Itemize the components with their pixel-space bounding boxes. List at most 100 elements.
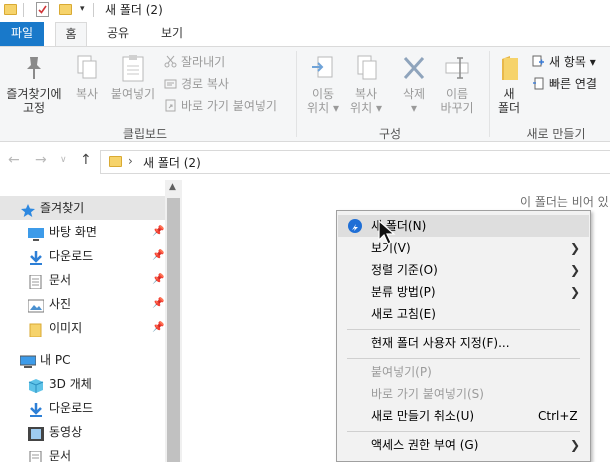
document-icon	[28, 273, 44, 290]
nav-label: 3D 개체	[49, 377, 92, 391]
menu-item-paste[interactable]: 붙여넣기(P)	[338, 361, 589, 383]
menu-item-give-access[interactable]: 액세스 권한 부여 (G) ❯	[338, 434, 589, 456]
rename-button[interactable]: 이름 바꾸기	[437, 53, 477, 115]
menu-item-new-folder[interactable]: 새 폴더(N)	[338, 215, 589, 237]
paste-shortcut-button[interactable]: 바로 가기 붙여넣기	[164, 97, 277, 115]
nav-label: 사진	[49, 297, 72, 311]
organize-group-label: 구성	[378, 127, 402, 141]
navigation-pane: 즐겨찾기 바탕 화면 📌 다운로드 📌 문서 📌 사진 📌 이미지 📌 내 PC…	[0, 180, 182, 462]
forward-arrow-icon[interactable]: →	[35, 152, 47, 168]
delete-dropdown-icon: ▾	[410, 101, 418, 115]
tab-share[interactable]: 공유	[97, 22, 139, 46]
nav-item-desktop[interactable]: 바탕 화면 📌	[0, 220, 165, 244]
move-to-label-line1: 이동	[311, 87, 335, 101]
nav-label: 문서	[49, 273, 72, 287]
nav-this-pc[interactable]: 내 PC	[0, 348, 165, 372]
tab-view[interactable]: 보기	[152, 22, 192, 46]
menu-item-paste-shortcut[interactable]: 바로 가기 붙여넣기(S)	[338, 383, 589, 405]
menu-item-sort-by[interactable]: 정렬 기준(O) ❯	[338, 259, 589, 281]
menu-label: 새로 만들기 취소(U)	[371, 409, 475, 423]
properties-icon[interactable]	[36, 2, 49, 17]
group-divider	[296, 51, 297, 137]
empty-folder-message: 이 폴더는 비어 있	[520, 195, 609, 209]
divider	[23, 3, 24, 17]
cut-button[interactable]: 잘라내기	[164, 53, 225, 71]
new-folder-button[interactable]: 새 폴더	[492, 53, 526, 115]
group-divider	[489, 51, 490, 137]
pin-icon	[21, 53, 47, 83]
scroll-thumb[interactable]	[167, 198, 180, 462]
title-bar: ▾ 새 폴더 (2)	[0, 0, 610, 20]
nav-label: 동영상	[49, 425, 83, 439]
nav-item-downloads[interactable]: 다운로드 📌	[0, 244, 165, 268]
recent-locations-icon[interactable]: ∨	[60, 155, 67, 165]
breadcrumb-chevron-icon[interactable]: ›	[128, 154, 133, 168]
easy-access-icon	[532, 77, 545, 90]
menu-label: 정렬 기준(O)	[371, 263, 438, 277]
scissors-icon	[164, 55, 177, 68]
nav-item-documents[interactable]: 문서 📌	[0, 268, 165, 292]
menu-label: 현재 폴더 사용자 지정(F)...	[371, 336, 510, 350]
submenu-chevron-icon: ❯	[570, 438, 581, 452]
document-icon	[28, 449, 44, 462]
copy-to-icon	[353, 53, 379, 83]
pin-to-quick-access-button[interactable]: 즐겨찾기에 고정	[2, 53, 66, 115]
pin-icon[interactable]: 📌	[152, 292, 164, 316]
customize-quick-access-icon[interactable]: ▾	[80, 4, 85, 14]
pin-label-line2: 고정	[22, 101, 46, 115]
menu-label: 액세스 권한 부여 (G)	[371, 438, 479, 452]
menu-label: 바로 가기 붙여넣기(S)	[371, 387, 484, 401]
copy-to-button[interactable]: 복사 위치 ▾	[345, 53, 387, 115]
paste-button[interactable]: 붙여넣기	[108, 53, 158, 101]
paste-label: 붙여넣기	[110, 87, 156, 101]
new-item-label: 새 항목	[549, 55, 586, 69]
context-menu: 새 폴더(N) 보기(V) ❯ 정렬 기준(O) ❯ 분류 방법(P) ❯ 새로…	[336, 210, 591, 462]
pin-icon[interactable]: 📌	[152, 220, 164, 244]
copy-to-label-line1: 복사	[354, 87, 378, 101]
breadcrumb-current[interactable]: 새 폴더 (2)	[143, 154, 201, 171]
new-item-button[interactable]: 새 항목 ▾	[532, 53, 596, 71]
nav-quick-access[interactable]: 즐겨찾기	[0, 196, 165, 220]
up-arrow-icon[interactable]: ↑	[80, 152, 92, 168]
copy-button[interactable]: 복사	[70, 53, 104, 101]
nav-item-pictures[interactable]: 사진 📌	[0, 292, 165, 316]
divider	[93, 3, 94, 17]
nav-item-videos[interactable]: 동영상	[0, 420, 165, 444]
menu-item-customize-folder[interactable]: 현재 폴더 사용자 지정(F)...	[338, 332, 589, 354]
pin-icon[interactable]: 📌	[152, 268, 164, 292]
menu-label: 새로 고침(E)	[371, 307, 436, 321]
paste-shortcut-icon	[164, 99, 177, 112]
move-to-button[interactable]: 이동 위치 ▾	[302, 53, 344, 115]
nav-label: 내 PC	[40, 353, 71, 367]
pin-icon[interactable]: 📌	[152, 316, 164, 340]
new-folder-quick-icon[interactable]	[59, 4, 72, 15]
delete-button[interactable]: 삭제 ▾	[395, 53, 433, 115]
nav-label: 즐겨찾기	[40, 201, 85, 215]
copy-path-button[interactable]: 경로 복사	[164, 75, 229, 93]
menu-item-undo-new[interactable]: 새로 만들기 취소(U) Ctrl+Z	[338, 405, 589, 427]
menu-item-group-by[interactable]: 분류 방법(P) ❯	[338, 281, 589, 303]
tab-home[interactable]: 홈	[55, 22, 87, 47]
nav-item-3d-objects[interactable]: 3D 개체	[0, 372, 165, 396]
submenu-chevron-icon: ❯	[570, 263, 581, 277]
pin-icon[interactable]: 📌	[152, 244, 164, 268]
nav-scrollbar[interactable]: ▲	[165, 180, 182, 462]
submenu-chevron-icon: ❯	[570, 285, 581, 299]
menu-separator	[347, 329, 580, 330]
nav-item-pc-documents[interactable]: 문서	[0, 444, 165, 462]
easy-access-button[interactable]: 빠른 연결	[532, 75, 597, 93]
tab-file[interactable]: 파일	[0, 22, 44, 46]
address-bar[interactable]: › 새 폴더 (2)	[100, 150, 610, 174]
scroll-up-icon[interactable]: ▲	[169, 182, 176, 192]
back-arrow-icon[interactable]: ←	[8, 152, 20, 168]
menu-item-refresh[interactable]: 새로 고침(E)	[338, 303, 589, 325]
pin-label-line1: 즐겨찾기에	[6, 87, 62, 101]
nav-item-pc-downloads[interactable]: 다운로드	[0, 396, 165, 420]
navigation-bar: ← → ∨ ↑ › 새 폴더 (2)	[0, 148, 610, 176]
nav-item-images[interactable]: 이미지 📌	[0, 316, 165, 340]
picture-icon	[27, 297, 45, 313]
delete-label: 삭제	[402, 87, 426, 101]
menu-item-view[interactable]: 보기(V) ❯	[338, 237, 589, 259]
mouse-cursor-icon	[378, 220, 396, 245]
clipboard-icon	[120, 53, 146, 83]
